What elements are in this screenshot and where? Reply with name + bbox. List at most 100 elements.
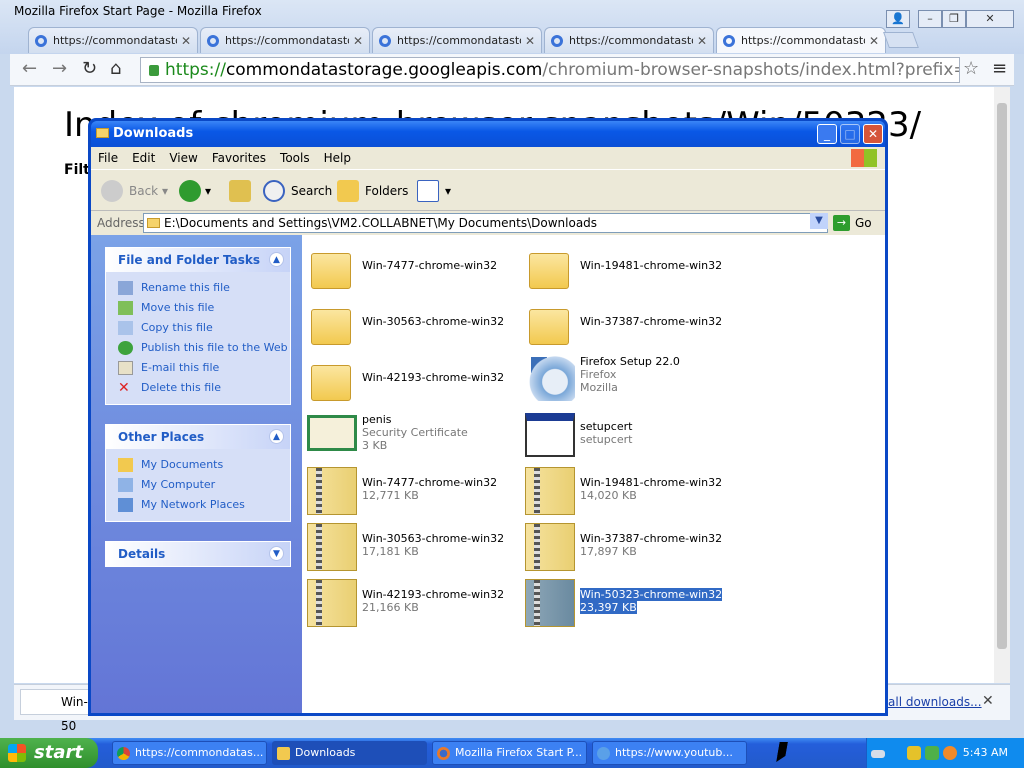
my-network-places-link[interactable]: My Network Places	[118, 495, 290, 515]
tab-close-icon[interactable]: ✕	[353, 34, 363, 48]
chevron-down-icon[interactable]: ▼	[269, 546, 284, 561]
my-computer-link[interactable]: My Computer	[118, 475, 290, 495]
browser-tab-active[interactable]: https://commondatastor ✕	[716, 27, 886, 53]
zip-item[interactable]: Win-30563-chrome-win32 17,181 KB	[307, 523, 527, 575]
menu-tools[interactable]: Tools	[273, 147, 317, 165]
zip-item[interactable]: Win-37387-chrome-win32 17,897 KB	[525, 523, 745, 575]
home-icon[interactable]: ⌂	[110, 58, 121, 79]
zip-item[interactable]: Win-19481-chrome-win32 14,020 KB	[525, 467, 745, 519]
search-button[interactable]: Search	[263, 178, 332, 204]
folder-icon	[529, 309, 569, 345]
start-button[interactable]: start	[0, 738, 98, 768]
back-arrow-icon	[101, 180, 123, 202]
folder-icon	[311, 365, 351, 401]
address-input[interactable]: E:\Documents and Settings\VM2.COLLABNET\…	[143, 213, 828, 233]
scroll-thumb[interactable]	[997, 103, 1007, 649]
browser-tab[interactable]: https://commondatastor ✕	[200, 27, 370, 53]
folder-item[interactable]: Win-30563-chrome-win32	[307, 299, 527, 351]
windows-logo-icon	[851, 149, 877, 167]
folder-icon	[529, 253, 569, 289]
zip-folder-icon	[525, 579, 575, 627]
tab-favicon-icon	[723, 34, 735, 47]
file-item[interactable]: Firefox Setup 22.0 Firefox Mozilla	[525, 353, 745, 405]
profile-icon[interactable]: 👤	[886, 10, 910, 28]
explorer-body: File and Folder Tasks ▲ Rename this file …	[91, 235, 885, 713]
go-button[interactable]: → Go	[833, 214, 872, 232]
tab-close-icon[interactable]: ✕	[697, 34, 707, 48]
search-icon[interactable]	[943, 746, 957, 760]
file-folder-tasks-panel: File and Folder Tasks ▲ Rename this file …	[105, 247, 291, 405]
minimize-button[interactable]: –	[918, 10, 942, 28]
folder-item[interactable]: Win-37387-chrome-win32	[525, 299, 745, 351]
forward-arrow-icon[interactable]: →	[52, 58, 67, 79]
views-button[interactable]: ▾	[417, 178, 451, 204]
folder-item[interactable]: Win-42193-chrome-win32	[307, 355, 527, 407]
file-item[interactable]: setupcert setupcert	[525, 411, 745, 463]
other-places-panel: Other Places ▲ My Documents My Computer M…	[105, 424, 291, 522]
maximize-button[interactable]: ❐	[942, 10, 966, 28]
browser-tab[interactable]: https://commondatastor ✕	[544, 27, 714, 53]
bookmark-star-icon[interactable]: ☆	[963, 58, 979, 79]
forward-button[interactable]: ▾	[179, 178, 211, 204]
move-file-link[interactable]: Move this file	[118, 298, 290, 318]
menu-view[interactable]: View	[162, 147, 204, 165]
minimize-button[interactable]: _	[817, 124, 837, 144]
taskbar-item-firefox[interactable]: Mozilla Firefox Start P...	[432, 741, 587, 765]
computer-icon	[118, 478, 133, 492]
new-tab-button[interactable]	[883, 32, 919, 48]
address-bar[interactable]: https://commondatastorage.googleapis.com…	[140, 57, 960, 83]
menu-help[interactable]: Help	[317, 147, 358, 165]
close-button[interactable]: ✕	[863, 124, 883, 144]
my-documents-link[interactable]: My Documents	[118, 455, 290, 475]
rename-file-link[interactable]: Rename this file	[118, 278, 290, 298]
up-folder-button[interactable]	[229, 178, 257, 204]
browser-tab[interactable]: https://commondatastor ✕	[28, 27, 198, 53]
tab-close-icon[interactable]: ✕	[181, 34, 191, 48]
folders-button[interactable]: Folders	[337, 178, 408, 204]
chevron-up-icon[interactable]: ▲	[269, 252, 284, 267]
menu-favorites[interactable]: Favorites	[205, 147, 273, 165]
file-item[interactable]: penis Security Certificate 3 KB	[307, 411, 527, 463]
maximize-button[interactable]: □	[840, 124, 860, 144]
network-icon[interactable]	[925, 746, 939, 760]
chevron-up-icon[interactable]: ▲	[269, 429, 284, 444]
copy-file-link[interactable]: Copy this file	[118, 318, 290, 338]
zip-item-selected[interactable]: Win-50323-chrome-win32 23,397 KB	[525, 579, 745, 631]
panel-header[interactable]: Details ▼	[106, 542, 290, 566]
folder-item[interactable]: Win-7477-chrome-win32	[307, 243, 527, 295]
menu-file[interactable]: File	[91, 147, 125, 165]
tab-close-icon[interactable]: ✕	[869, 34, 879, 48]
zip-item[interactable]: Win-7477-chrome-win32 12,771 KB	[307, 467, 527, 519]
menu-icon[interactable]: ≡	[992, 58, 1007, 79]
reload-icon[interactable]: ↻	[82, 58, 97, 79]
folder-item[interactable]: Win-19481-chrome-win32	[525, 243, 745, 295]
zip-folder-icon	[307, 467, 357, 515]
explorer-titlebar[interactable]: Downloads _ □ ✕	[91, 121, 885, 147]
browser-tab[interactable]: https://commondatastor ✕	[372, 27, 542, 53]
back-button[interactable]: Back ▾	[101, 178, 168, 204]
panel-header[interactable]: File and Folder Tasks ▲	[106, 248, 290, 272]
taskbar-item-youtube[interactable]: https://www.youtub...	[592, 741, 747, 765]
publish-file-link[interactable]: Publish this file to the Web	[118, 338, 290, 358]
zip-folder-icon	[525, 523, 575, 571]
tab-strip: Mozilla Firefox Start Page - Mozilla Fir…	[0, 0, 1024, 54]
lock-icon	[149, 64, 159, 76]
keyboard-icon[interactable]	[871, 750, 885, 758]
taskbar-item-downloads[interactable]: Downloads	[272, 741, 427, 765]
email-file-link[interactable]: E-mail this file	[118, 358, 290, 378]
chevron-down-icon[interactable]: ▼	[810, 213, 828, 229]
zip-folder-icon	[307, 579, 357, 627]
all-downloads-link[interactable]: all downloads...	[888, 695, 982, 709]
menu-edit[interactable]: Edit	[125, 147, 162, 165]
close-button[interactable]: ✕	[966, 10, 1014, 28]
zip-item[interactable]: Win-42193-chrome-win32 21,166 KB	[307, 579, 527, 631]
tab-close-icon[interactable]: ✕	[525, 34, 535, 48]
back-arrow-icon[interactable]: ←	[22, 58, 37, 79]
shield-icon[interactable]	[907, 746, 921, 760]
delete-file-link[interactable]: ✕ Delete this file	[118, 378, 290, 398]
taskbar-item-chrome[interactable]: https://commondatas...	[112, 741, 267, 765]
close-icon[interactable]: ✕	[982, 693, 994, 709]
panel-header[interactable]: Other Places ▲	[106, 425, 290, 449]
delete-icon: ✕	[118, 380, 130, 396]
page-scrollbar[interactable]	[994, 87, 1010, 683]
